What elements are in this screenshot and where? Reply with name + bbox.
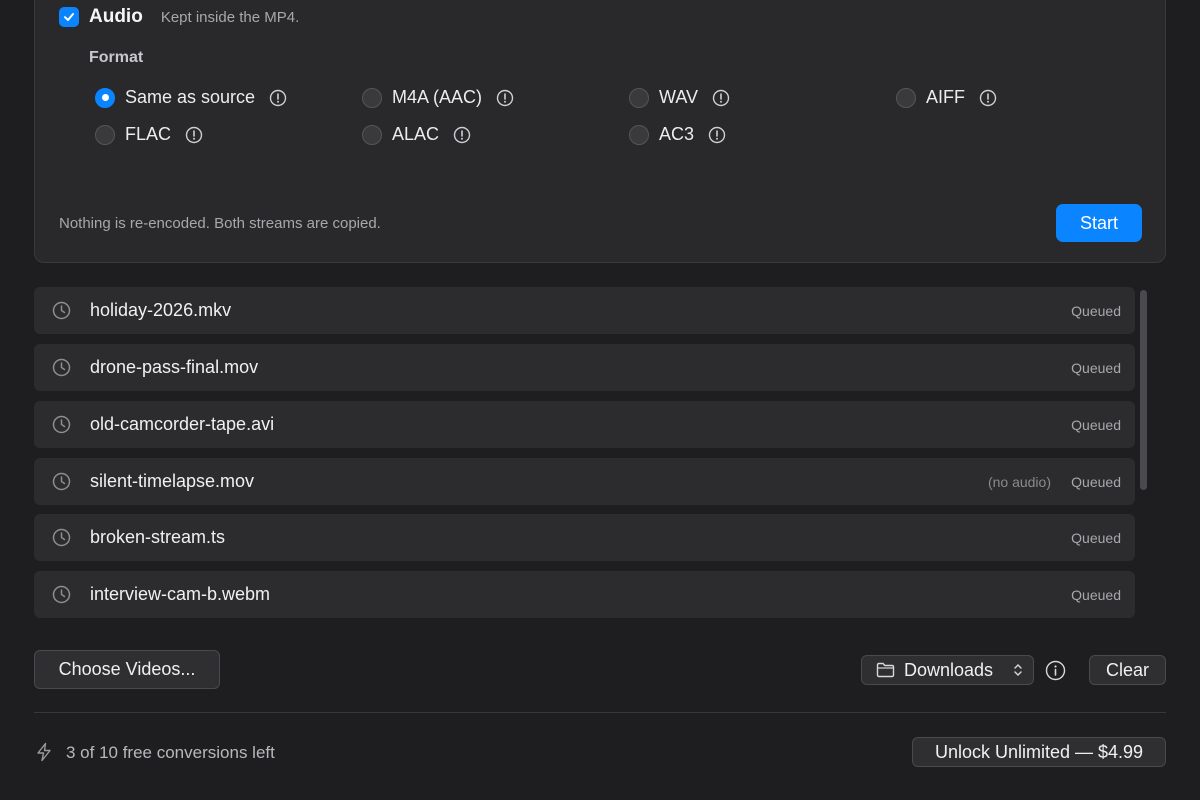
format-option-label: ALAC: [392, 124, 440, 144]
unlock-unlimited-button[interactable]: Unlock Unlimited — $4.99: [912, 737, 1166, 767]
free-conversions-left: 3 of 10 free conversions left: [66, 743, 275, 762]
file-status: Queued: [1071, 416, 1121, 433]
format-option-label: WAV: [659, 87, 698, 107]
exclamation-circle-icon[interactable]: [712, 89, 730, 107]
radio-button[interactable]: [95, 87, 115, 108]
file-name: silent-timelapse.mov: [90, 471, 255, 491]
radio-button[interactable]: [629, 87, 649, 108]
bolt-icon: [34, 742, 54, 762]
destination-label: Downloads: [904, 659, 994, 680]
folder-icon: [876, 662, 895, 678]
format-option-aiff[interactable]: AIFF: [896, 87, 997, 108]
format-option-alac[interactable]: ALAC: [362, 124, 471, 145]
chevron-up-down-icon: [1013, 662, 1023, 678]
no-audio-badge: (no audio): [987, 473, 1051, 490]
format-option-label: Same as source: [125, 87, 256, 107]
file-status: Queued: [1071, 302, 1121, 319]
file-name: broken-stream.ts: [90, 527, 226, 547]
radio-button[interactable]: [896, 87, 916, 108]
footer-divider: [34, 712, 1166, 713]
exclamation-circle-icon[interactable]: [185, 126, 203, 144]
radio-button[interactable]: [629, 124, 649, 145]
audio-checkbox[interactable]: [59, 7, 79, 27]
clock-icon: [52, 472, 71, 491]
audio-row: Audio Kept inside the MP4.: [59, 6, 299, 28]
radio-button[interactable]: [362, 87, 382, 108]
file-row[interactable]: holiday-2026.mkv Queued: [34, 287, 1135, 334]
queue-scrollbar[interactable]: [1140, 290, 1147, 490]
file-status: Queued: [1071, 359, 1121, 376]
format-option-label: AIFF: [926, 87, 965, 107]
exclamation-circle-icon[interactable]: [979, 89, 997, 107]
file-status: Queued: [1071, 529, 1121, 546]
format-option-same-as-source[interactable]: Same as source: [95, 87, 287, 108]
audio-subtitle: Kept inside the MP4.: [160, 8, 300, 26]
start-button[interactable]: Start: [1056, 204, 1142, 242]
file-row[interactable]: drone-pass-final.mov Queued: [34, 344, 1135, 391]
file-name: old-camcorder-tape.avi: [90, 414, 275, 434]
choose-videos-button[interactable]: Choose Videos...: [34, 650, 220, 689]
file-row[interactable]: interview-cam-b.webm Queued: [34, 571, 1135, 618]
format-option-wav[interactable]: WAV: [629, 87, 730, 108]
checkmark-icon: [64, 13, 74, 21]
clock-icon: [52, 528, 71, 547]
format-option-m4a[interactable]: M4A (AAC): [362, 87, 514, 108]
radio-button[interactable]: [362, 124, 382, 145]
exclamation-circle-icon[interactable]: [496, 89, 514, 107]
format-option-ac3[interactable]: AC3: [629, 124, 726, 145]
format-option-label: M4A (AAC): [392, 87, 483, 107]
info-icon[interactable]: [1045, 660, 1066, 681]
file-row[interactable]: silent-timelapse.mov (no audio) Queued: [34, 458, 1135, 505]
exclamation-circle-icon[interactable]: [708, 126, 726, 144]
encoding-note: Nothing is re-encoded. Both streams are …: [59, 215, 381, 232]
file-name: holiday-2026.mkv: [90, 300, 232, 320]
format-option-label: AC3: [659, 124, 695, 144]
radio-button[interactable]: [95, 124, 115, 145]
format-label: Format: [89, 49, 144, 66]
clock-icon: [52, 585, 71, 604]
file-row[interactable]: broken-stream.ts Queued: [34, 514, 1135, 561]
format-option-flac[interactable]: FLAC: [95, 124, 203, 145]
exclamation-circle-icon[interactable]: [269, 89, 287, 107]
audio-label: Audio: [89, 6, 143, 27]
file-name: interview-cam-b.webm: [90, 584, 271, 604]
format-option-label: FLAC: [125, 124, 172, 144]
clock-icon: [52, 415, 71, 434]
destination-popup-button[interactable]: Downloads: [861, 655, 1034, 685]
file-status: Queued: [1071, 586, 1121, 603]
clock-icon: [52, 301, 71, 320]
file-name: drone-pass-final.mov: [90, 357, 259, 377]
clock-icon: [52, 358, 71, 377]
clear-button[interactable]: Clear: [1089, 655, 1166, 685]
exclamation-circle-icon[interactable]: [453, 126, 471, 144]
file-status: Queued: [1071, 473, 1121, 490]
audio-settings-panel: Audio Kept inside the MP4. Format Same a…: [34, 0, 1166, 263]
file-row[interactable]: old-camcorder-tape.avi Queued: [34, 401, 1135, 448]
